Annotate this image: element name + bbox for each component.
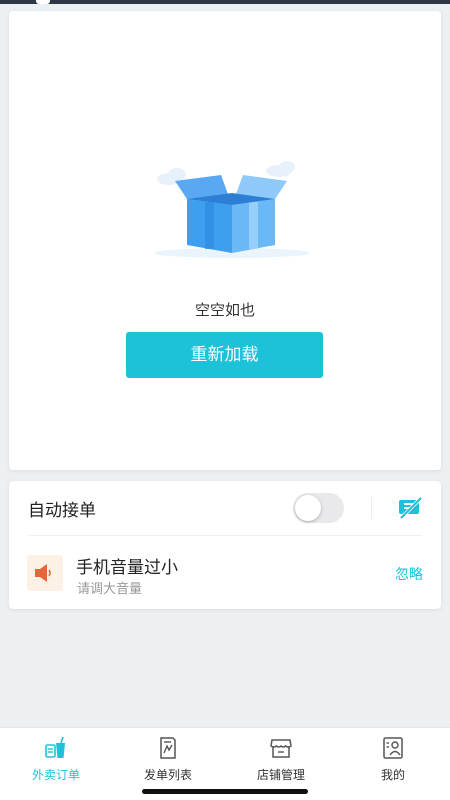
auto-accept-row: 自动接单 bbox=[9, 481, 441, 535]
speaker-icon bbox=[35, 564, 51, 582]
home-indicator bbox=[142, 789, 308, 794]
volume-alert-icon-box bbox=[27, 555, 63, 591]
tab-label: 我的 bbox=[380, 768, 405, 782]
takeout-icon bbox=[45, 736, 65, 758]
volume-alert-row: 手机音量过小 请调大音量 忽略 bbox=[9, 536, 441, 609]
tab-profile[interactable]: 我的 bbox=[337, 728, 449, 788]
ignore-button[interactable]: 忽略 bbox=[395, 564, 423, 584]
tab-store-management[interactable]: 店铺管理 bbox=[225, 728, 337, 788]
reload-button[interactable]: 重新加载 bbox=[126, 332, 323, 378]
divider bbox=[371, 497, 372, 519]
status-bar bbox=[0, 0, 450, 4]
volume-alert-subtitle: 请调大音量 bbox=[77, 582, 143, 597]
tab-label: 发单列表 bbox=[143, 768, 192, 782]
profile-icon bbox=[383, 737, 403, 759]
tab-takeout-orders[interactable]: 外卖订单 bbox=[0, 728, 112, 788]
empty-box-icon bbox=[154, 161, 310, 258]
status-bar-notch bbox=[36, 0, 50, 4]
tab-label: 外卖订单 bbox=[31, 768, 80, 782]
settings-card: 自动接单 手机音量过小 请调大音量 忽略 bbox=[9, 481, 441, 609]
printer-off-icon[interactable] bbox=[398, 497, 422, 519]
tab-order-list[interactable]: 发单列表 bbox=[112, 728, 224, 788]
empty-state-card: 空空如也 重新加载 bbox=[9, 11, 441, 470]
auto-accept-toggle[interactable] bbox=[293, 493, 344, 523]
toggle-knob bbox=[295, 495, 321, 521]
order-list-icon bbox=[160, 737, 176, 759]
store-icon bbox=[270, 739, 292, 758]
empty-state-message: 空空如也 bbox=[194, 301, 255, 319]
auto-accept-label: 自动接单 bbox=[28, 501, 96, 521]
volume-alert-title: 手机音量过小 bbox=[76, 558, 178, 578]
tab-label: 店铺管理 bbox=[256, 768, 305, 782]
